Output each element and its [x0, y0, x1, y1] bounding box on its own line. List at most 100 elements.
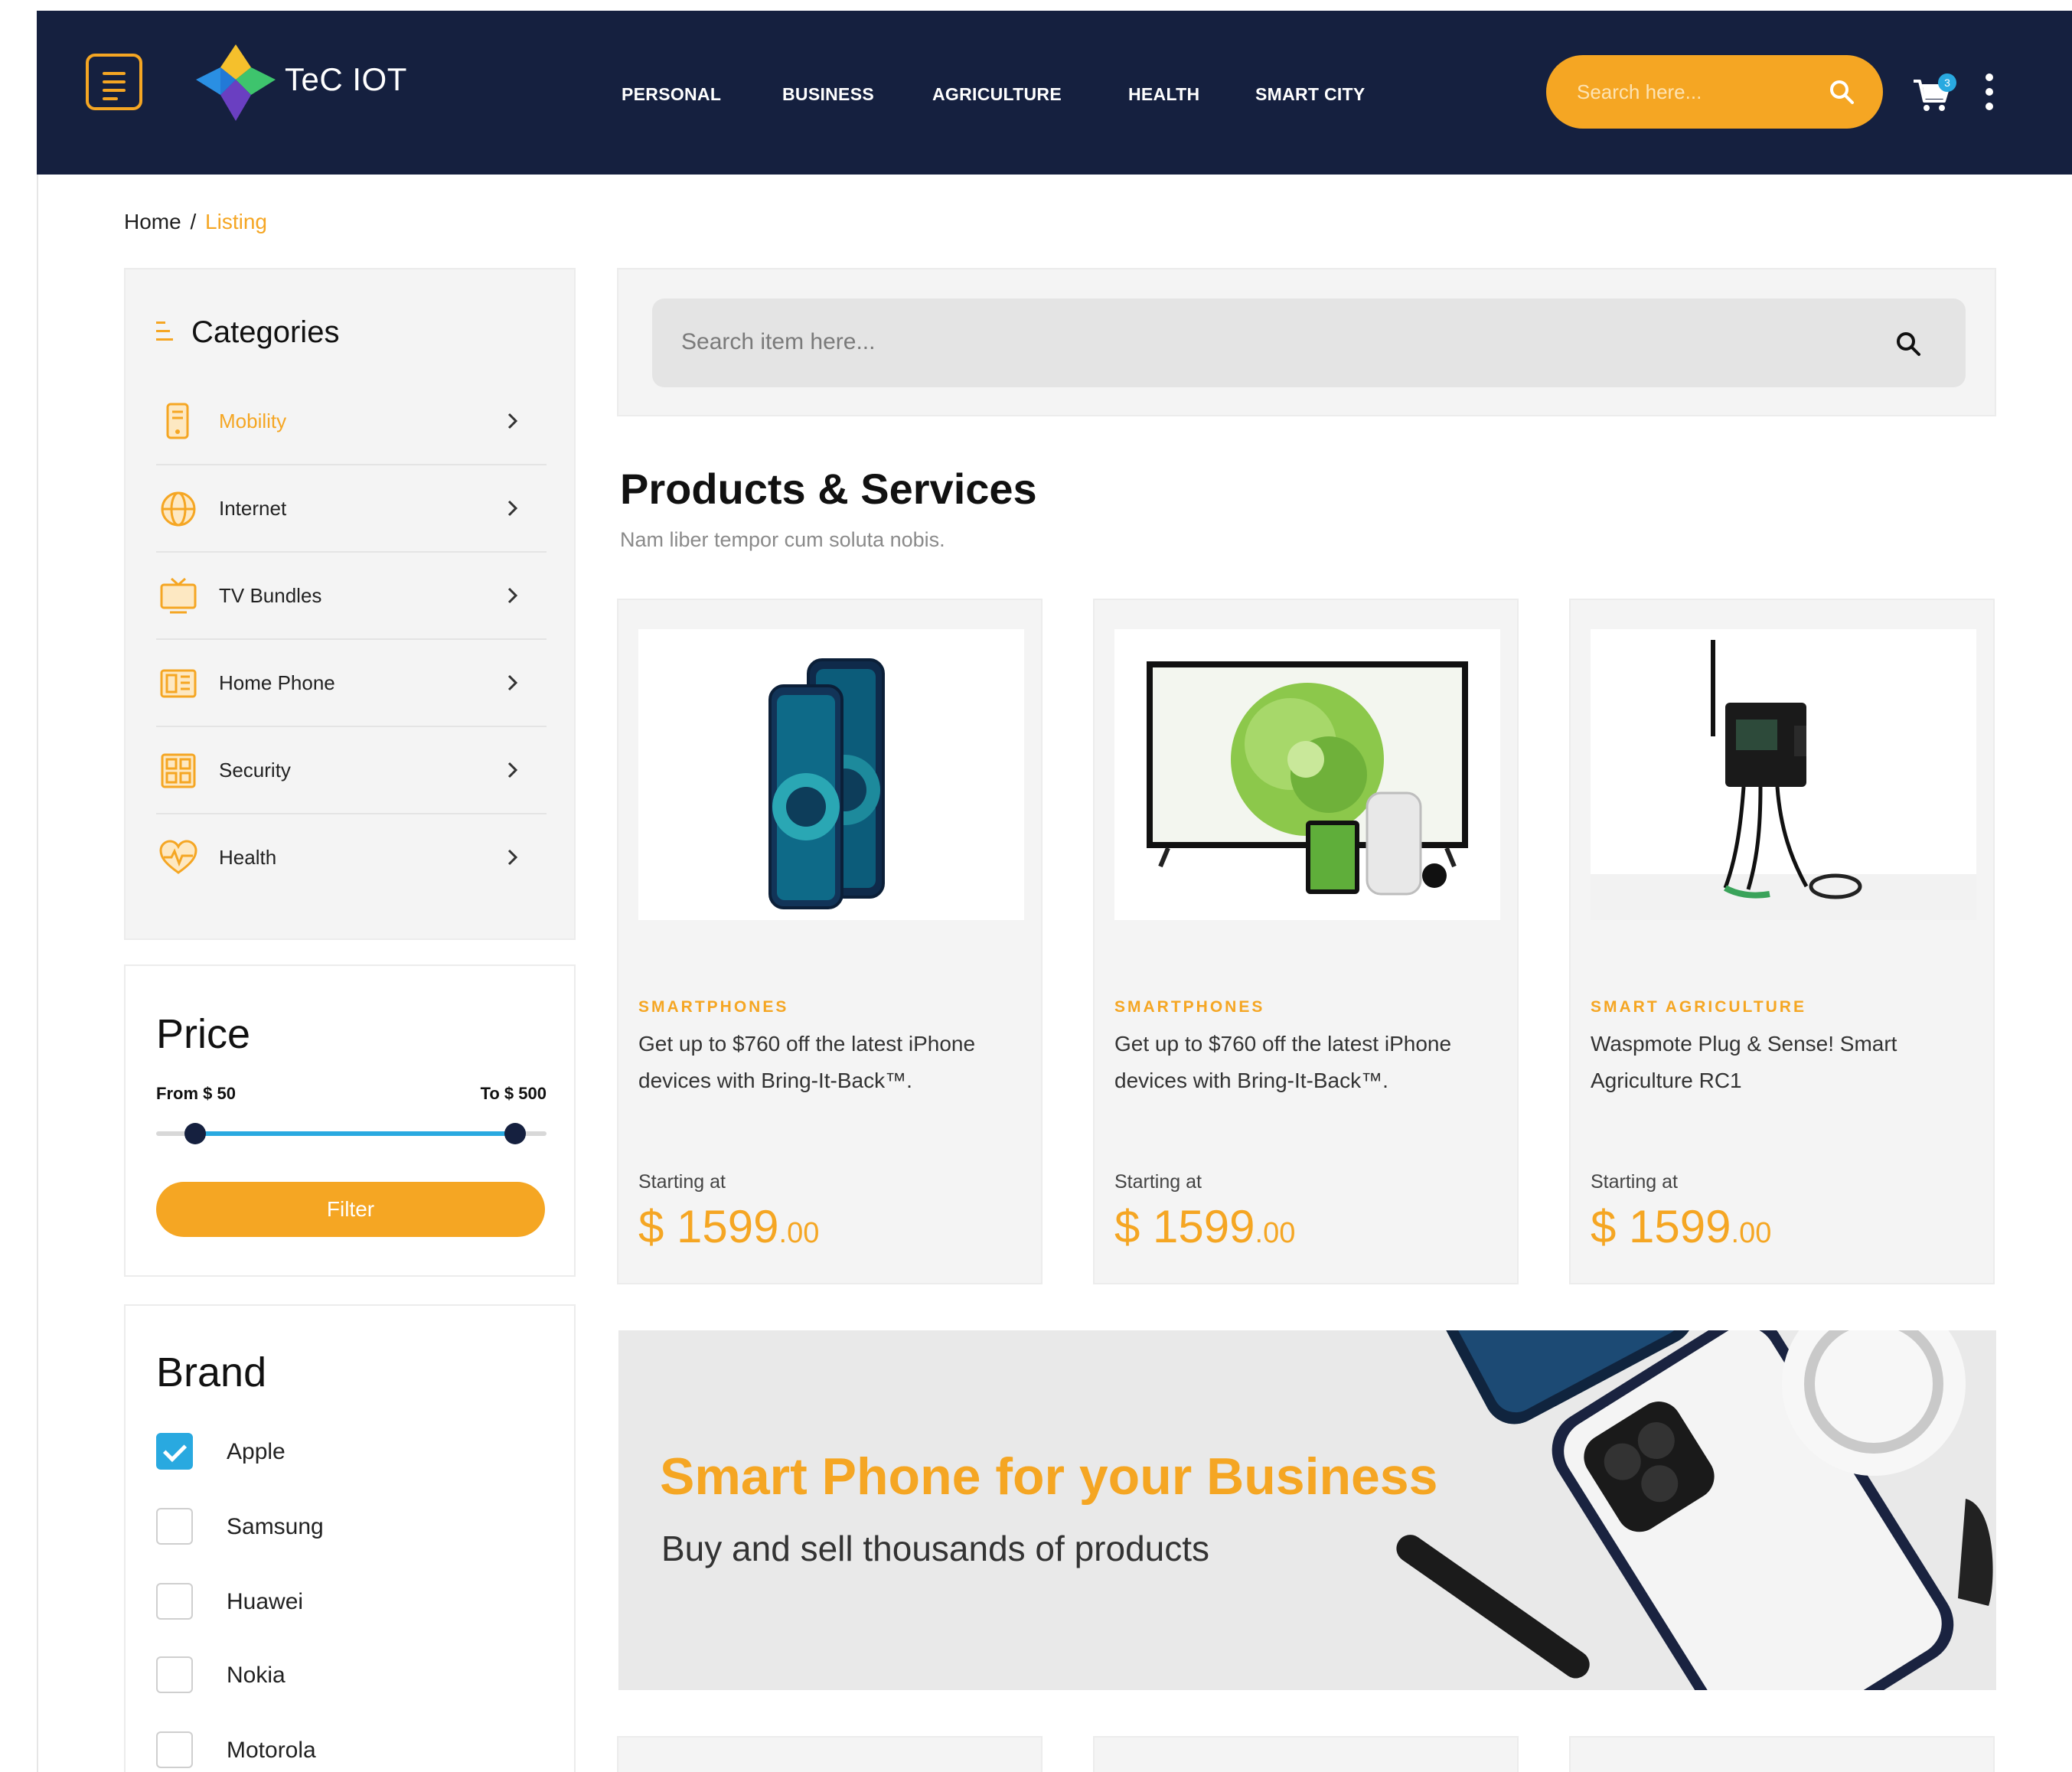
- breadcrumb-separator: /: [190, 210, 197, 233]
- nav-health[interactable]: HEALTH: [1128, 84, 1199, 105]
- price-cents: .00: [1255, 1217, 1296, 1249]
- search-icon[interactable]: [1895, 331, 1921, 357]
- promo-banner[interactable]: Smart Phone for your Business Buy and se…: [618, 1330, 1996, 1690]
- tv-icon: [160, 577, 197, 614]
- categories-panel: Categories Mobility Internet TV Bundles: [124, 268, 576, 940]
- product-price: $ 1599.00: [638, 1200, 819, 1253]
- product-description[interactable]: Get up to $760 off the latest iPhone dev…: [638, 1026, 990, 1099]
- starting-at-label: Starting at: [1114, 1171, 1202, 1193]
- product-card[interactable]: SMARTPHONES Get up to $760 off the lates…: [617, 599, 1043, 1284]
- item-search-placeholder: Search item here...: [681, 329, 876, 354]
- nav-business[interactable]: BUSINESS: [782, 84, 874, 105]
- checkbox[interactable]: [156, 1656, 193, 1693]
- category-item-health[interactable]: Health: [156, 814, 547, 902]
- breadcrumb: Home / Listing: [124, 210, 267, 234]
- category-label: Internet: [219, 497, 287, 520]
- home-phone-icon: [160, 669, 197, 698]
- price-max-handle[interactable]: [504, 1123, 527, 1144]
- chevron-right-icon: [507, 849, 518, 866]
- product-card-partial: [617, 1736, 1043, 1772]
- heart-pulse-icon: [159, 840, 197, 874]
- cart-count-badge: 3: [1938, 73, 1956, 92]
- checkbox[interactable]: [156, 1433, 193, 1470]
- starting-at-label: Starting at: [638, 1171, 726, 1193]
- checkbox[interactable]: [156, 1583, 193, 1620]
- banner-subtitle: Buy and sell thousands of products: [661, 1529, 1210, 1568]
- brand-title: Brand: [156, 1349, 267, 1395]
- more-options-icon[interactable]: [1986, 73, 1995, 116]
- product-category: SMART AGRICULTURE: [1591, 998, 1806, 1016]
- product-image[interactable]: [1591, 629, 1976, 920]
- product-card[interactable]: SMARTPHONES Get up to $760 off the lates…: [1093, 599, 1519, 1284]
- chevron-right-icon: [507, 762, 518, 778]
- brand-label: Nokia: [227, 1663, 286, 1688]
- brand-label: Apple: [227, 1439, 286, 1464]
- breadcrumb-home[interactable]: Home: [124, 210, 181, 233]
- item-search-panel: Search item here...: [617, 268, 1996, 416]
- category-item-home-phone[interactable]: Home Phone: [156, 640, 547, 727]
- mobile-icon: [166, 403, 189, 439]
- category-item-internet[interactable]: Internet: [156, 465, 547, 553]
- breadcrumb-current: Listing: [205, 210, 267, 233]
- banner-title: Smart Phone for your Business: [660, 1447, 1438, 1506]
- product-card[interactable]: SMART AGRICULTURE Waspmote Plug & Sense!…: [1569, 599, 1995, 1284]
- price-main: $ 1599: [1114, 1201, 1255, 1252]
- category-item-tv-bundles[interactable]: TV Bundles: [156, 553, 547, 640]
- product-card-partial: [1093, 1736, 1519, 1772]
- brand-option-samsung[interactable]: Samsung: [156, 1508, 462, 1548]
- category-item-security[interactable]: Security: [156, 727, 547, 814]
- checkbox[interactable]: [156, 1508, 193, 1545]
- product-description[interactable]: Waspmote Plug & Sense! Smart Agriculture…: [1591, 1026, 1943, 1099]
- price-main: $ 1599: [638, 1201, 779, 1252]
- brand-label: Samsung: [227, 1514, 324, 1539]
- chevron-right-icon: [507, 413, 518, 429]
- product-price: $ 1599.00: [1591, 1200, 1771, 1253]
- price-range-fill: [195, 1131, 516, 1136]
- price-min-handle[interactable]: [184, 1123, 206, 1144]
- product-price: $ 1599.00: [1114, 1200, 1295, 1253]
- price-range-slider[interactable]: [156, 1123, 547, 1144]
- security-icon: [161, 753, 196, 788]
- starting-at-label: Starting at: [1591, 1171, 1678, 1193]
- brand-option-motorola[interactable]: Motorola: [156, 1731, 462, 1771]
- search-icon[interactable]: [1828, 78, 1855, 106]
- brand-option-huawei[interactable]: Huawei: [156, 1583, 462, 1623]
- price-cents: .00: [1731, 1217, 1772, 1249]
- item-search-input[interactable]: Search item here...: [652, 299, 1966, 387]
- price-to-label: To $ 500: [480, 1084, 547, 1103]
- header-search-placeholder: Search here...: [1577, 80, 1702, 103]
- price-cents: .00: [778, 1217, 820, 1249]
- filter-button[interactable]: Filter: [156, 1182, 545, 1237]
- banner-phones-image: [618, 1330, 1996, 1690]
- brand-filter-panel: Brand Apple Samsung Huawei Nokia Motorol…: [124, 1304, 576, 1772]
- price-main: $ 1599: [1591, 1201, 1731, 1252]
- tv-devices-image: [1147, 661, 1468, 896]
- nav-personal[interactable]: PERSONAL: [622, 84, 721, 105]
- header-search-input[interactable]: Search here...: [1546, 55, 1883, 129]
- product-image[interactable]: [638, 629, 1024, 920]
- nav-agriculture[interactable]: AGRICULTURE: [932, 84, 1062, 105]
- chevron-right-icon: [507, 587, 518, 604]
- brand-logo[interactable]: [193, 41, 279, 126]
- smartphone-image: [768, 658, 885, 909]
- price-from-label: From $ 50: [156, 1084, 236, 1103]
- checkbox[interactable]: [156, 1731, 193, 1768]
- list-icon: [156, 321, 173, 344]
- product-image[interactable]: [1114, 629, 1500, 920]
- brand-option-apple[interactable]: Apple: [156, 1433, 462, 1473]
- globe-icon: [161, 491, 196, 527]
- product-category: SMARTPHONES: [638, 998, 789, 1016]
- category-item-mobility[interactable]: Mobility: [156, 378, 547, 465]
- product-description[interactable]: Get up to $760 off the latest iPhone dev…: [1114, 1026, 1467, 1099]
- categories-title: Categories: [191, 315, 340, 349]
- category-label: Health: [219, 846, 277, 869]
- menu-toggle-button[interactable]: [86, 54, 142, 110]
- price-filter-panel: Price From $ 50 To $ 500 Filter: [124, 964, 576, 1277]
- brand-option-nokia[interactable]: Nokia: [156, 1656, 462, 1696]
- brand-name[interactable]: TeC IOT: [285, 61, 407, 98]
- chevron-right-icon: [507, 674, 518, 691]
- category-label: TV Bundles: [219, 584, 322, 607]
- product-category: SMARTPHONES: [1114, 998, 1265, 1016]
- section-subtitle: Nam liber tempor cum soluta nobis.: [620, 528, 945, 551]
- nav-smart-city[interactable]: SMART CITY: [1255, 84, 1366, 105]
